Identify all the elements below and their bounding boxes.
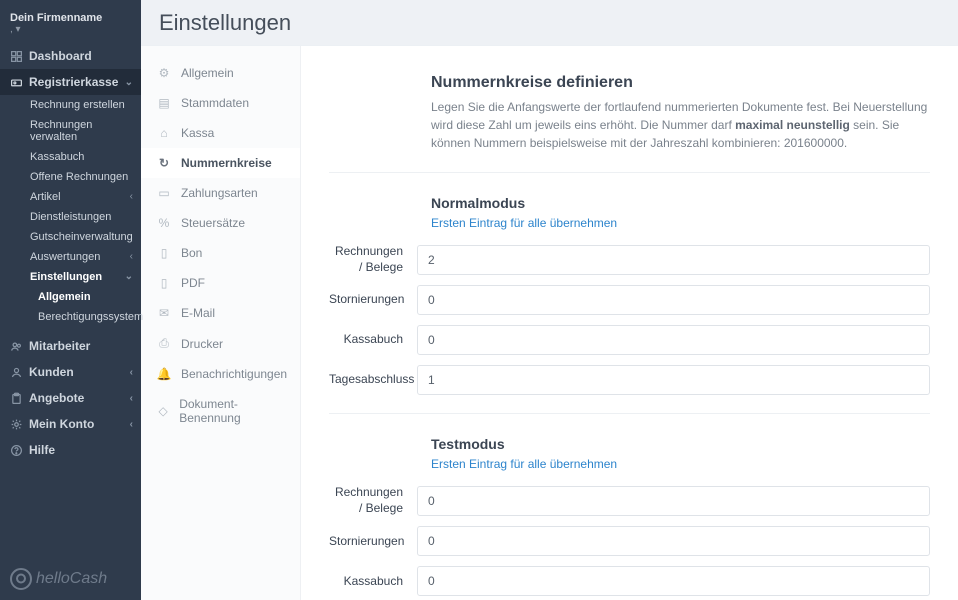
mail-icon: ✉ [157,306,171,320]
label-kassabuch-test: Kassabuch [329,574,417,590]
sidebar-einst-berechtigung[interactable]: Berechtigungssystem [0,307,141,327]
refresh-icon: ↻ [157,156,171,170]
chevron-left-icon: ‹ [130,419,133,430]
sidebar-header[interactable]: Dein Firmenname , ▾ [0,0,141,43]
sidebar-artikel[interactable]: Artikel‹ [0,187,141,207]
label-storno: Stornierungen [329,292,417,308]
settings-nav-kassa[interactable]: ⌂Kassa [141,118,300,148]
sidebar-mein-konto[interactable]: Mein Konto‹ [0,411,141,437]
input-test-kassabuch[interactable] [417,566,930,596]
settings-nav-zahlungsarten[interactable]: ▭Zahlungsarten [141,178,300,208]
settings-nav-pdf[interactable]: ▯PDF [141,268,300,298]
settings-nav-allgemein[interactable]: ⚙Allgemein [141,58,300,88]
label-rechnungen: Rechnungen / Belege [329,244,417,275]
sidebar: Dein Firmenname , ▾ Dashboard Registrier… [0,0,141,600]
input-normal-kassabuch[interactable] [417,325,930,355]
sidebar-kassabuch[interactable]: Kassabuch [0,147,141,167]
logo: helloCash [10,568,131,590]
settings-panel: Nummernkreise definieren Legen Sie die A… [301,46,958,600]
document-icon: ▯ [157,276,171,290]
input-normal-rechnungen[interactable] [417,245,930,275]
testmodus-title: Testmodus [431,436,930,452]
input-test-storno[interactable] [417,526,930,556]
page-title: Einstellungen [141,0,958,46]
dashboard-icon [10,50,23,63]
settings-nav-email[interactable]: ✉E-Mail [141,298,300,328]
input-normal-tag[interactable] [417,365,930,395]
label-kassabuch: Kassabuch [329,332,417,348]
sidebar-kunden[interactable]: Kunden‹ [0,359,141,385]
apply-first-link-test[interactable]: Ersten Eintrag für alle übernehmen [431,457,617,471]
input-normal-storno[interactable] [417,285,930,315]
chevron-left-icon: ‹ [130,367,133,378]
settings-nav-dokument-benennung[interactable]: ◇Dokument-Benennung [141,389,300,433]
chevron-down-icon: ⌄ [125,77,133,88]
settings-nav-steuersaetze[interactable]: %Steuersätze [141,208,300,238]
chevron-left-icon: ‹ [130,191,133,202]
sidebar-rechnungen-verwalten[interactable]: Rechnungen verwalten [0,115,141,147]
bell-icon: 🔔 [157,367,171,381]
input-test-rechnungen[interactable] [417,486,930,516]
help-icon [10,444,23,457]
section-title: Nummernkreise definieren [431,74,930,92]
chevron-down-icon: ⌄ [125,271,133,282]
chevron-left-icon: ‹ [130,251,133,262]
user-icon [10,366,23,379]
sidebar-angebote[interactable]: Angebote‹ [0,385,141,411]
sidebar-dienstleistungen[interactable]: Dienstleistungen [0,207,141,227]
label-tag: Tagesabschluss [329,372,417,388]
sidebar-registrierkasse[interactable]: Registrierkasse ⌄ [0,69,141,95]
shop-icon: ⌂ [157,126,171,140]
credit-card-icon: ▭ [157,186,171,200]
sidebar-rechnung-erstellen[interactable]: Rechnung erstellen [0,95,141,115]
clipboard-icon [10,392,23,405]
sidebar-offene-rechnungen[interactable]: Offene Rechnungen [0,167,141,187]
gear-icon: ⚙ [157,66,171,80]
label-rechnungen-test: Rechnungen / Belege [329,485,417,516]
sidebar-gutscheinverwaltung[interactable]: Gutscheinverwaltung [0,227,141,247]
settings-nav: ⚙Allgemein ▤Stammdaten ⌂Kassa ↻Nummernkr… [141,46,301,600]
cash-register-icon [10,76,23,89]
apply-first-link-normal[interactable]: Ersten Eintrag für alle übernehmen [431,216,617,230]
normalmodus-title: Normalmodus [431,195,930,211]
users-icon [10,340,23,353]
percent-icon: % [157,216,171,230]
settings-nav-stammdaten[interactable]: ▤Stammdaten [141,88,300,118]
settings-nav-bon[interactable]: ▯Bon [141,238,300,268]
sidebar-einst-allgemein[interactable]: Allgemein [0,287,141,307]
settings-nav-nummernkreise[interactable]: ↻Nummernkreise [141,148,300,178]
file-icon: ▤ [157,96,171,110]
sidebar-hilfe[interactable]: Hilfe [0,437,141,463]
chevron-left-icon: ‹ [130,393,133,404]
settings-nav-drucker[interactable]: ⎙Drucker [141,328,300,359]
gear-icon [10,418,23,431]
printer-icon: ⎙ [157,336,171,351]
company-name: Dein Firmenname [10,12,131,24]
sidebar-auswertungen[interactable]: Auswertungen‹ [0,247,141,267]
tag-icon: ◇ [157,404,169,418]
company-caret: , ▾ [10,24,131,35]
receipt-icon: ▯ [157,246,171,260]
section-description: Legen Sie die Anfangswerte der fortlaufe… [431,98,930,152]
label-storno-test: Stornierungen [329,534,417,550]
sidebar-einstellungen[interactable]: Einstellungen⌄ [0,267,141,287]
sidebar-mitarbeiter[interactable]: Mitarbeiter [0,333,141,359]
settings-nav-benachrichtigungen[interactable]: 🔔Benachrichtigungen [141,359,300,389]
sidebar-dashboard[interactable]: Dashboard [0,43,141,69]
